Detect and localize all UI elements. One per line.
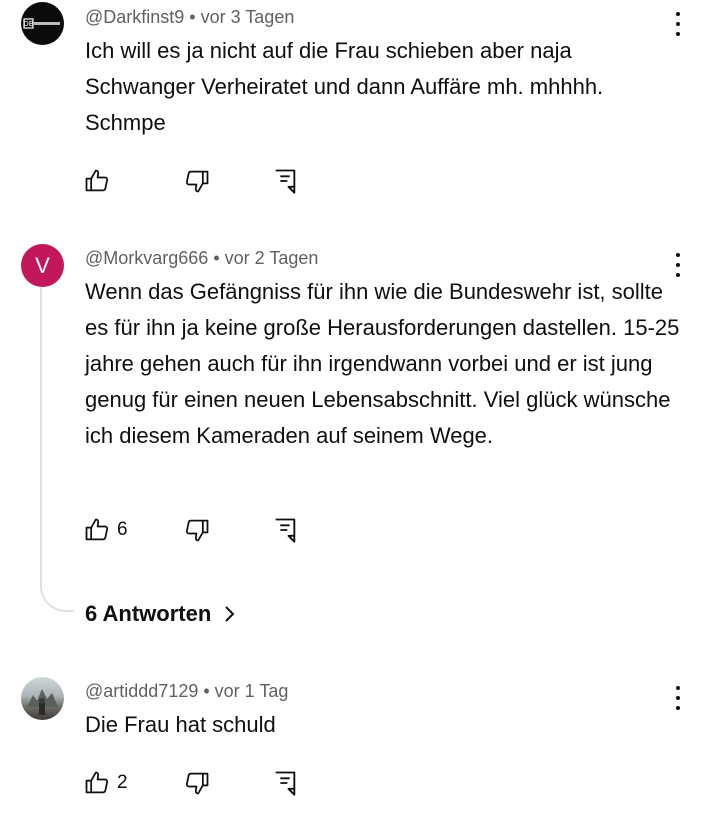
like-button[interactable]: 2 [83,768,128,798]
more-options-button[interactable] [668,250,688,280]
avatar[interactable] [21,677,64,720]
like-button[interactable]: 6 [83,515,128,545]
avatar-photo-icon [27,689,58,715]
avatar[interactable]: V [21,244,64,287]
more-vertical-icon [676,12,680,16]
avatar-letter: V [35,252,50,278]
avatar[interactable]: DB [21,2,64,45]
comment-meta[interactable]: @artiddd7129 • vor 1 Tag [85,681,288,702]
reply-button[interactable] [271,166,299,196]
thumbs-down-icon [185,772,209,795]
chevron-right-icon [225,606,235,622]
thread-line [40,287,74,612]
channel-logo-icon: DB [23,18,60,29]
more-vertical-icon [676,253,680,257]
comment-text: Wenn das Gefängniss für ihn wie die Bund… [85,279,680,448]
reply-comment-icon [275,518,296,543]
more-options-button[interactable] [668,9,688,39]
more-options-button[interactable] [668,683,688,713]
comment-text: Die Frau hat schuld [85,712,276,737]
reply-button[interactable] [271,768,299,798]
view-replies-button[interactable]: 6 Antworten [85,598,237,630]
comment-text: Ich will es ja nicht auf die Frau schieb… [85,38,604,135]
reply-comment-icon [275,771,296,796]
comment-actions: 2 [83,768,323,798]
more-vertical-icon [676,686,680,690]
dislike-button[interactable] [183,166,211,196]
replies-label: 6 Antworten [85,601,212,626]
comment-actions [83,166,323,196]
like-count: 2 [117,772,128,793]
like-count: 6 [117,519,128,540]
thumbs-down-icon [185,519,209,542]
comment-meta[interactable]: @Morkvarg666 • vor 2 Tagen [85,248,318,269]
thumbs-down-icon [185,170,209,193]
reply-button[interactable] [271,515,299,545]
dislike-button[interactable] [183,515,211,545]
thumbs-up-icon [85,771,109,794]
thumbs-up-icon [85,518,109,541]
comment-actions: 6 [83,515,323,545]
dislike-button[interactable] [183,768,211,798]
svg-text:DB: DB [23,20,33,28]
like-button[interactable] [83,166,117,196]
comment-meta[interactable]: @Darkfinst9 • vor 3 Tagen [85,7,294,28]
thumbs-up-icon [85,169,109,192]
reply-comment-icon [275,169,296,194]
